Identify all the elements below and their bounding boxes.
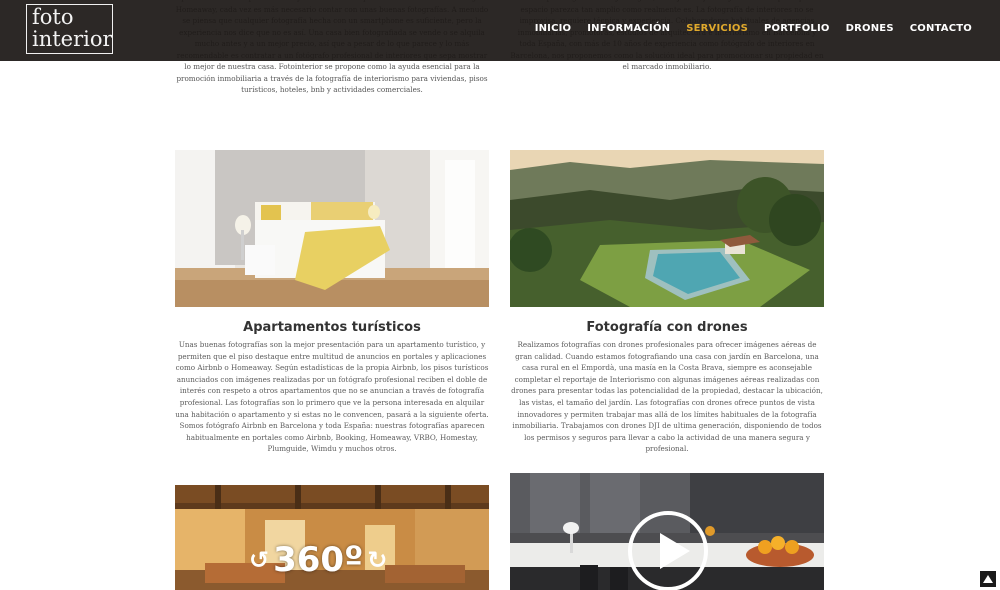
nav-informacion[interactable]: INFORMACIÓN <box>587 23 670 34</box>
nav-servicios[interactable]: SERVICIOS <box>686 23 748 34</box>
logo-line-1: foto <box>32 5 74 29</box>
video-photo[interactable] <box>510 473 824 590</box>
scroll-to-top-button[interactable] <box>980 571 996 587</box>
nav-drones[interactable]: DRONES <box>846 23 894 34</box>
apartments-text: Unas buenas fotografías son la mejor pre… <box>175 340 489 454</box>
chevron-up-icon <box>983 575 993 583</box>
main-nav: INICIO INFORMACIÓN SERVICIOS PORTFOLIO D… <box>535 23 972 34</box>
logo-line-2: interior <box>32 27 113 51</box>
apartments-title: Apartamentos turísticos <box>243 320 421 335</box>
site-header: foto interior INICIO INFORMACIÓN SERVICI… <box>0 0 1000 61</box>
nav-portfolio[interactable]: PORTFOLIO <box>764 23 830 34</box>
drones-title: Fotografía con drones <box>586 320 748 335</box>
site-logo[interactable]: foto interior <box>26 4 113 54</box>
rotate-left-icon: ↺ <box>249 546 270 574</box>
play-icon[interactable] <box>628 511 708 590</box>
apartment-photo[interactable] <box>175 150 489 307</box>
nav-contacto[interactable]: CONTACTO <box>910 23 972 34</box>
rotate-right-icon: ↻ <box>367 546 388 574</box>
tour-360-photo[interactable]: ↺ 360º ↻ <box>175 485 489 590</box>
tour-360-label: 360º <box>273 540 364 580</box>
drone-photo[interactable] <box>510 150 824 307</box>
nav-inicio[interactable]: INICIO <box>535 23 572 34</box>
tour-360-badge: ↺ 360º ↻ <box>249 543 387 577</box>
drones-text: Realizamos fotografías con drones profes… <box>511 340 823 454</box>
